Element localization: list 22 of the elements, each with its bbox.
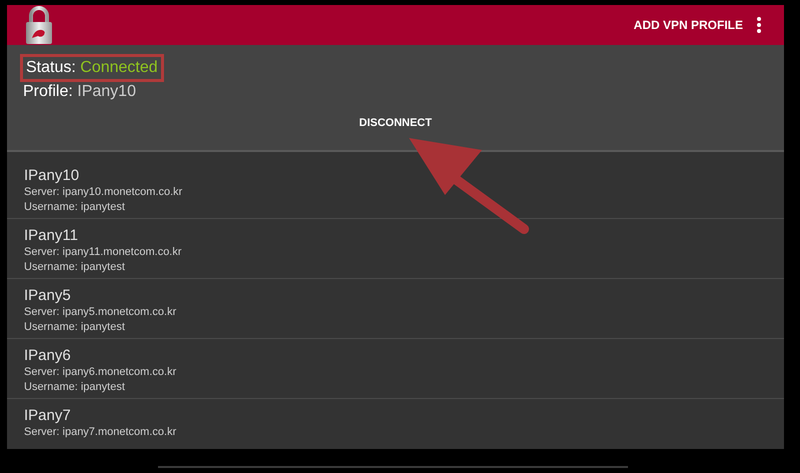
server-text: Server: ipany7.monetcom.co.kr xyxy=(24,425,178,440)
username-text: Username: ipanytest xyxy=(24,380,126,395)
add-vpn-profile-button[interactable]: ADD VPN PROFILE xyxy=(634,16,743,34)
username-text: Username: ipanytest xyxy=(24,260,126,275)
profile-name: IPany7 xyxy=(24,406,72,425)
server-text: Server: ipany5.monetcom.co.kr xyxy=(24,305,178,320)
profile-item[interactable]: IPany6 Server: ipany6.monetcom.co.kr Username: ipanytest xyxy=(7,339,784,399)
server-text: Server: ipany10.monetcom.co.kr xyxy=(24,185,184,200)
profile-name: IPany6 xyxy=(24,346,72,365)
profile-line: Profile: IPany10 xyxy=(23,82,137,102)
profile-name: IPany10 xyxy=(24,166,80,185)
server-text: Server: ipany6.monetcom.co.kr xyxy=(24,365,178,380)
profile-name: IPany5 xyxy=(24,286,72,305)
username-text: Username: ipanytest xyxy=(24,320,126,335)
profile-name: IPany11 xyxy=(24,226,79,245)
profile-item[interactable]: IPany7 Server: ipany7.monetcom.co.kr xyxy=(7,399,784,449)
profile-item[interactable]: IPany5 Server: ipany5.monetcom.co.kr Username: ipanytest xyxy=(7,279,784,339)
username-text: Username: ipanytest xyxy=(24,200,126,215)
profile-item[interactable]: IPany11 Server: ipany11.monetcom.co.kr Username: ipanytest xyxy=(7,219,784,279)
padlock-icon xyxy=(24,5,54,45)
server-text: Server: ipany11.monetcom.co.kr xyxy=(24,245,183,260)
disconnect-button[interactable]: DISCONNECT xyxy=(355,113,436,134)
